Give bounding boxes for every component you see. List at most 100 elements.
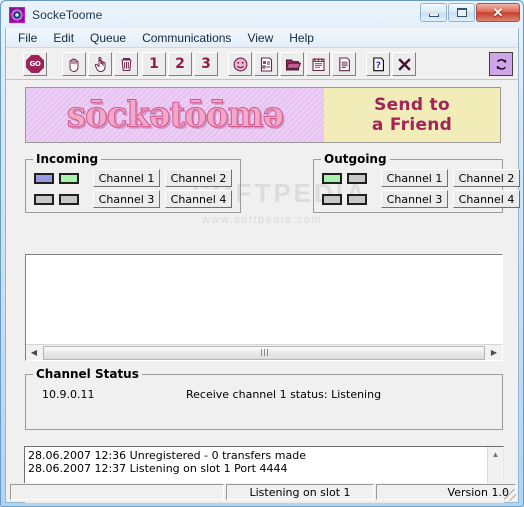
resize-grip-icon[interactable] [504, 489, 516, 501]
notes-button[interactable] [306, 52, 330, 76]
smiley-button[interactable] [228, 52, 252, 76]
menu-item-edit[interactable]: Edit [45, 29, 82, 47]
channel-status-message: Receive channel 1 status: Listening [186, 388, 382, 401]
close-toolbar-button[interactable] [392, 52, 416, 76]
menu-item-help[interactable]: Help [281, 29, 322, 47]
incoming-channel-3-button[interactable]: Channel 3 [93, 190, 160, 208]
close-window-button[interactable]: ✕ [476, 3, 520, 22]
send-to-friend-line1: Send to [374, 94, 450, 115]
outgoing-channel-4-button[interactable]: Channel 4 [453, 190, 520, 208]
status-bar: Listening on slot 1 Version 1.0 [6, 483, 518, 502]
title-bar: SockeToome ✕ [1, 1, 523, 28]
go-button[interactable]: GO [23, 52, 47, 76]
minimize-button[interactable] [420, 3, 447, 22]
document-properties-icon [260, 56, 272, 72]
go-button-label: GO [29, 60, 41, 68]
log-line: 28.06.2007 12:37 Listening on slot 1 Por… [28, 462, 288, 475]
refresh-button[interactable] [489, 52, 513, 76]
number-3-icon: 3 [201, 56, 211, 72]
banner-logo-area: sōckətōōmə [26, 88, 324, 142]
point-hand-button[interactable] [88, 52, 112, 76]
incoming-led-4 [59, 193, 79, 205]
x-cross-icon [397, 57, 411, 71]
folder-button[interactable] [280, 52, 304, 76]
send-to-friend-line2: a Friend [371, 114, 453, 135]
number-2-icon: 2 [175, 56, 185, 72]
incoming-group: Incoming Channel 1 Channel 2 Channel 3 C… [25, 152, 241, 213]
hscroll-grip-icon [260, 349, 268, 356]
transfer-list[interactable]: ◀ ▶ [25, 254, 503, 361]
slot-1-button[interactable]: 1 [142, 52, 166, 76]
maximize-icon [456, 8, 467, 17]
outgoing-group-title: Outgoing [321, 152, 390, 166]
slot-2-button[interactable]: 2 [168, 52, 192, 76]
refresh-cycle-icon [496, 58, 506, 70]
window-frame: SockeToome ✕ File Edit Queue Communicati… [0, 0, 524, 507]
menu-item-view[interactable]: View [239, 29, 281, 47]
minimize-icon [428, 13, 439, 17]
incoming-row-2: Channel 3 Channel 4 [34, 190, 232, 208]
application-window: SockeToome ✕ File Edit Queue Communicati… [0, 0, 524, 507]
outgoing-channel-1-button[interactable]: Channel 1 [381, 169, 448, 187]
text-document-icon [338, 56, 350, 71]
status-pane-listening: Listening on slot 1 [226, 484, 374, 500]
outgoing-led-4 [347, 193, 367, 205]
outgoing-channel-2-button[interactable]: Channel 2 [453, 169, 520, 187]
outgoing-row-2: Channel 3 Channel 4 [322, 190, 520, 208]
scroll-right-icon[interactable]: ▶ [486, 345, 502, 360]
incoming-channel-4-button[interactable]: Channel 4 [165, 190, 232, 208]
maximize-button[interactable] [448, 3, 475, 22]
log-line: 28.06.2007 12:36 Unregistered - 0 transf… [28, 449, 306, 462]
incoming-channel-2-button[interactable]: Channel 2 [165, 169, 232, 187]
text-file-button[interactable] [332, 52, 356, 76]
event-log-lines: 28.06.2007 12:36 Unregistered - 0 transf… [25, 447, 503, 477]
slot-3-button[interactable]: 3 [194, 52, 218, 76]
svg-text:?: ? [375, 61, 380, 71]
window-title: SockeToome [32, 7, 103, 22]
app-gear-icon [9, 6, 25, 23]
transfer-list-hscrollbar[interactable]: ◀ ▶ [26, 344, 502, 360]
incoming-channel-1-button[interactable]: Channel 1 [93, 169, 160, 187]
trash-can-icon [121, 57, 131, 71]
outgoing-led-3 [322, 193, 342, 205]
status-pane-version: Version 1.0 [376, 484, 516, 500]
menu-bar: File Edit Queue Communications View Help [6, 28, 518, 48]
incoming-led-2 [59, 172, 79, 184]
stop-hand-button[interactable] [62, 52, 86, 76]
send-to-friend-area[interactable]: Send to a Friend [324, 88, 500, 142]
softpedia-watermark-url: www.softpedia.com [202, 214, 323, 226]
number-1-icon: 1 [149, 56, 159, 72]
close-icon: ✕ [492, 5, 504, 20]
scroll-up-icon[interactable]: ▲ [488, 447, 504, 461]
outgoing-channel-3-button[interactable]: Channel 3 [381, 190, 448, 208]
help-question-icon: ? [372, 56, 384, 71]
notepad-icon [311, 57, 325, 71]
channel-status-group-title: Channel Status [33, 367, 142, 381]
scroll-left-icon[interactable]: ◀ [26, 345, 42, 360]
channel-status-address: 10.9.0.11 [42, 388, 95, 401]
outgoing-group: Outgoing Channel 1 Channel 2 Channel 3 C… [313, 152, 520, 213]
status-pane-empty [10, 484, 224, 500]
incoming-led-1 [34, 172, 54, 184]
outgoing-led-2 [347, 172, 367, 184]
menu-item-file[interactable]: File [10, 29, 45, 47]
menu-item-queue[interactable]: Queue [82, 29, 134, 47]
folder-icon [285, 59, 301, 70]
incoming-group-title: Incoming [33, 152, 102, 166]
toolbar: GO 1 2 3 ? [6, 48, 518, 80]
promo-banner[interactable]: sōckətōōmə Send to a Friend [25, 87, 501, 143]
help-button[interactable]: ? [366, 52, 390, 76]
sockettoome-logo: sōckətōōmə [66, 94, 284, 136]
properties-button[interactable] [254, 52, 278, 76]
client-area: File Edit Queue Communications View Help… [5, 28, 520, 503]
smiley-face-icon [233, 57, 247, 71]
delete-button[interactable] [114, 52, 138, 76]
incoming-row-1: Channel 1 Channel 2 [34, 169, 232, 187]
outgoing-led-1 [322, 172, 342, 184]
incoming-led-3 [34, 193, 54, 205]
hscroll-thumb[interactable] [43, 345, 485, 360]
menu-item-communications[interactable]: Communications [134, 29, 239, 47]
outgoing-row-1: Channel 1 Channel 2 [322, 169, 520, 187]
channel-status-group: Channel Status 10.9.0.11 Receive channel… [25, 367, 503, 430]
go-octagon-icon: GO [26, 55, 44, 73]
